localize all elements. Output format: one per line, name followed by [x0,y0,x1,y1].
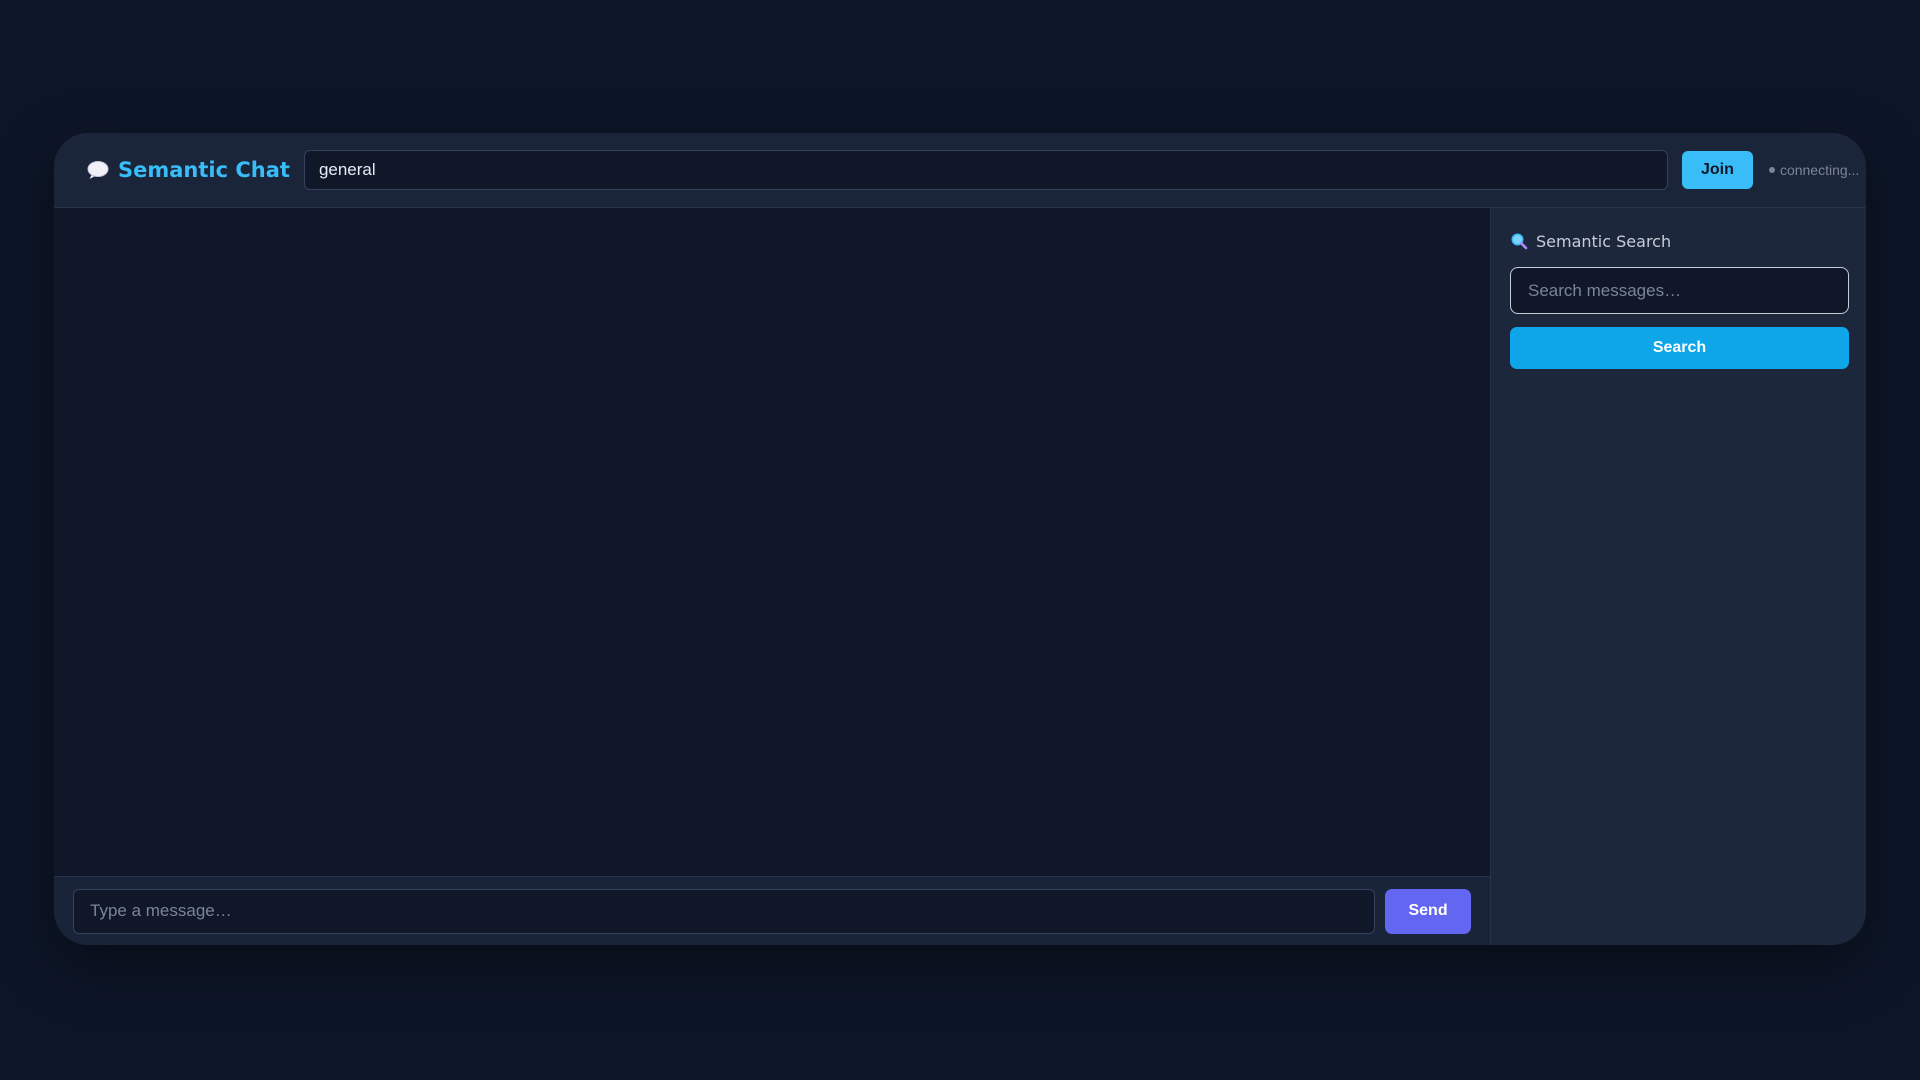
chat-app-window: Semantic Chat Join connecting... Send [54,133,1866,945]
search-input[interactable] [1510,267,1849,314]
status-text: connecting... [1779,162,1860,178]
connection-status: connecting... [1768,162,1860,178]
search-button[interactable]: Search [1510,327,1849,369]
search-sidebar: Semantic Search Search [1491,208,1866,945]
room-name-input[interactable] [303,150,1668,190]
magnifier-icon [1510,232,1528,250]
header-bar: Semantic Chat Join connecting... [54,133,1866,208]
main-area: Send Semantic Search Search [54,208,1866,945]
chat-pane: Send [54,208,1491,945]
join-button[interactable]: Join [1681,151,1753,189]
message-list[interactable] [54,208,1490,876]
send-button[interactable]: Send [1385,888,1471,934]
sidebar-title: Semantic Search [1536,231,1672,251]
message-composer: Send [54,876,1490,945]
sidebar-heading: Semantic Search [1510,230,1849,252]
speech-bubble-icon [86,158,110,182]
message-input[interactable] [73,888,1376,934]
brand: Semantic Chat [86,158,290,182]
status-dot-icon [1768,167,1775,173]
app-title: Semantic Chat [118,158,290,182]
